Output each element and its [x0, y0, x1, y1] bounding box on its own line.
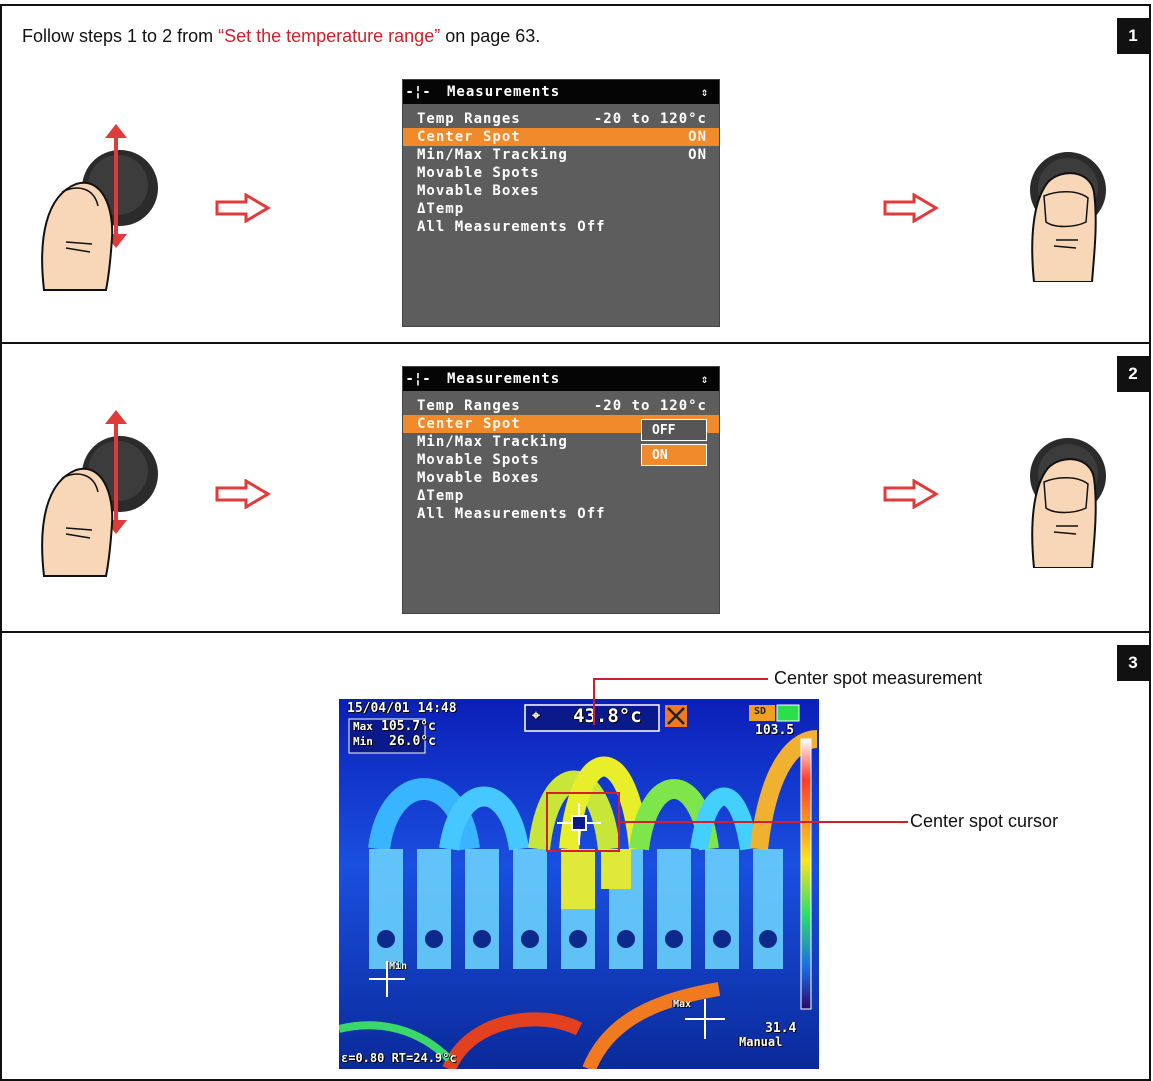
- cross-reference-link[interactable]: “Set the temperature range”: [218, 26, 440, 46]
- joystick-up-down-icon: [41, 124, 158, 291]
- menu-title: Measurements: [447, 371, 561, 387]
- step-number-badge: 1: [1117, 18, 1149, 54]
- max-label: Max: [353, 720, 373, 733]
- step-number-badge: 3: [1117, 645, 1149, 681]
- menu-item-movable-spots[interactable]: Movable Spots: [403, 164, 719, 182]
- arrow-right-icon: [215, 479, 271, 509]
- date-time-readout: 15/04/01 14:48: [347, 701, 457, 716]
- callout-center-spot-measurement: Center spot measurement: [774, 668, 983, 688]
- min-marker-label: Min: [389, 961, 408, 972]
- crosshair-icon: -¦-: [405, 84, 431, 100]
- scale-min-value: 31.4: [765, 1021, 797, 1036]
- sort-arrows-icon: ⇕: [701, 85, 709, 99]
- menu-title: Measurements: [447, 84, 561, 100]
- arrow-right-icon: [883, 479, 939, 509]
- step-2-panel: 2 -¦- Measurements ⇕ Temp Ranges -20 to 1…: [0, 342, 1151, 633]
- callout-line-cursor: [618, 821, 908, 823]
- menu-item-temp-ranges[interactable]: Temp Ranges -20 to 120°c: [403, 397, 719, 415]
- max-marker-label: Max: [673, 999, 692, 1010]
- menu-header: -¦- Measurements ⇕: [403, 80, 719, 104]
- step-number-badge: 2: [1117, 356, 1149, 392]
- menu-item-delta-temp[interactable]: ΔTemp: [403, 200, 719, 218]
- emissivity-readout: ε=0.80 RT=24.9°c: [341, 1051, 457, 1065]
- arrow-right-icon: [215, 193, 271, 223]
- step-1-panel: 1 Follow steps 1 to 2 from “Set the temp…: [0, 4, 1151, 344]
- menu-item-all-measurements-off[interactable]: All Measurements Off: [403, 505, 719, 523]
- menu-item-movable-boxes[interactable]: Movable Boxes: [403, 182, 719, 200]
- thermal-image-screen: 15/04/01 14:48 Max 105.7°c Min 26.0°c ⌖ …: [339, 699, 819, 1069]
- sort-arrows-icon: ⇕: [701, 372, 709, 386]
- joystick-press-icon: [1030, 438, 1106, 568]
- crosshair-icon: -¦-: [405, 371, 431, 387]
- step-3-panel: 3 15/04/01 14:48 Max 105.7°c Min 26.0°c …: [0, 631, 1151, 1081]
- joystick-up-down-icon: [41, 410, 158, 577]
- crosshair-icon: ⌖: [532, 708, 540, 724]
- min-value: 26.0°c: [389, 734, 436, 749]
- popup-option-off[interactable]: OFF: [641, 419, 707, 441]
- mode-label: Manual: [739, 1035, 783, 1049]
- min-label: Min: [353, 735, 373, 748]
- measurements-menu-screen: -¦- Measurements ⇕ Temp Ranges -20 to 120…: [403, 80, 719, 326]
- menu-item-min-max-tracking[interactable]: Min/Max Tracking ON: [403, 146, 719, 164]
- menu-item-center-spot[interactable]: Center Spot ON: [403, 128, 719, 146]
- arrow-right-icon: [883, 193, 939, 223]
- on-off-popup: OFF ON: [641, 419, 707, 466]
- thermal-image-background: [339, 699, 819, 1069]
- step-instruction: Follow steps 1 to 2 from “Set the temper…: [22, 26, 541, 46]
- menu-item-movable-boxes[interactable]: Movable Boxes: [403, 469, 719, 487]
- max-value: 105.7°c: [381, 719, 436, 734]
- callout-line-measurement: [593, 678, 768, 725]
- menu-item-all-measurements-off[interactable]: All Measurements Off: [403, 218, 719, 236]
- menu-item-delta-temp[interactable]: ΔTemp: [403, 487, 719, 505]
- popup-option-on[interactable]: ON: [641, 444, 707, 466]
- measurements-menu-screen: -¦- Measurements ⇕ Temp Ranges -20 to 120…: [403, 367, 719, 613]
- menu-header: -¦- Measurements ⇕: [403, 367, 719, 391]
- menu-item-temp-ranges[interactable]: Temp Ranges -20 to 120°c: [403, 110, 719, 128]
- callout-center-spot-cursor: Center spot cursor: [910, 811, 1059, 831]
- joystick-press-icon: [1030, 152, 1106, 282]
